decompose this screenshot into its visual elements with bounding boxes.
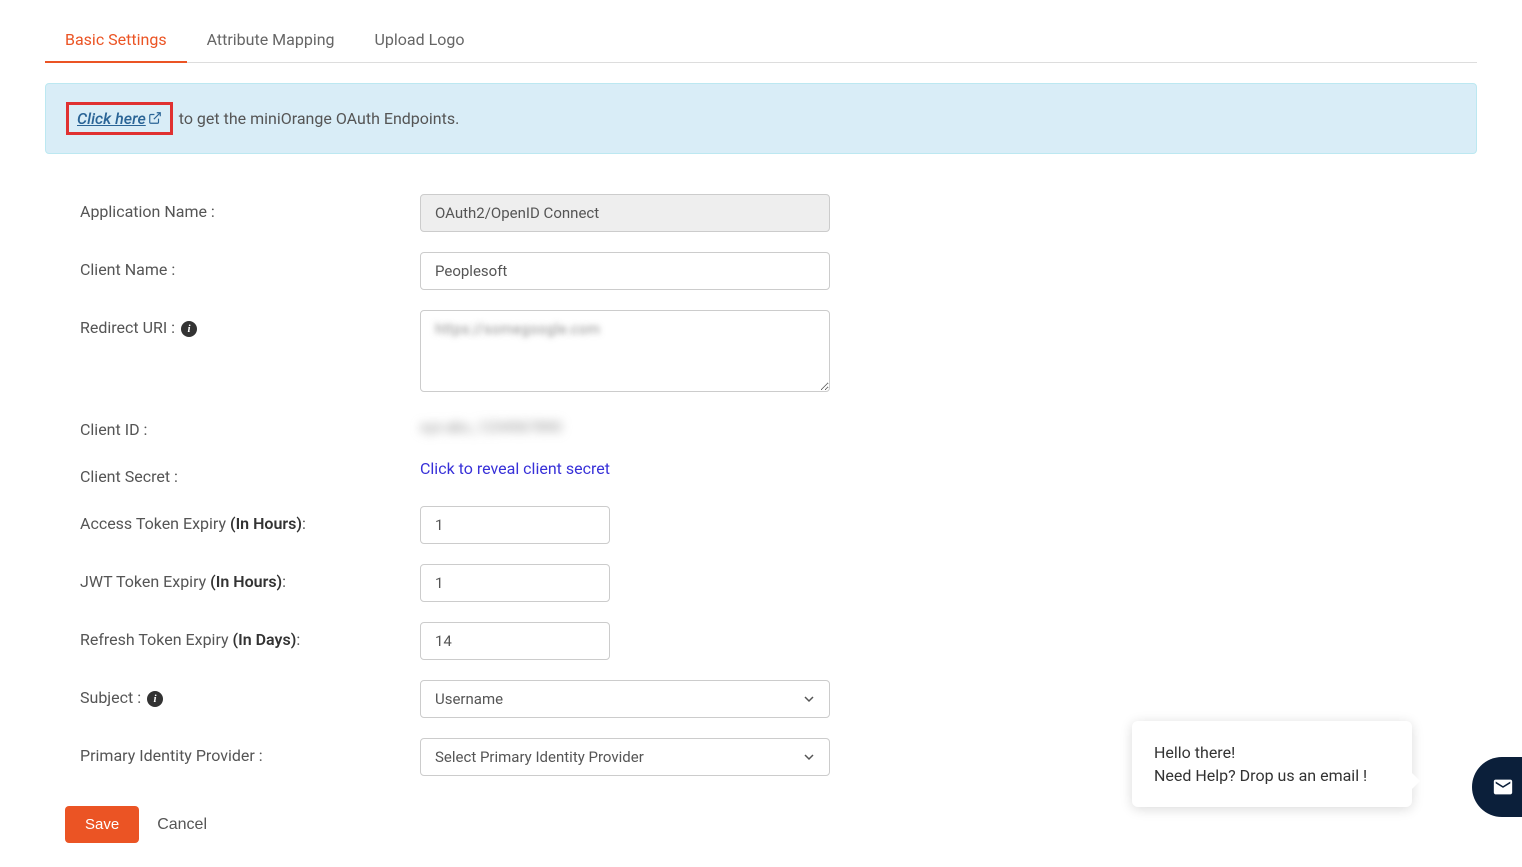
value-client-id: xyz-abc_1234567890 [420,412,562,436]
label-primary-idp: Primary Identity Provider : [80,738,420,765]
label-application-name: Application Name : [80,194,420,221]
label-rte-suffix: : [296,630,300,649]
input-access-token-expiry[interactable] [420,506,610,544]
label-jte-prefix: JWT Token Expiry [80,572,210,591]
tab-bar: Basic Settings Attribute Mapping Upload … [45,18,1477,63]
input-refresh-token-expiry[interactable] [420,622,610,660]
select-primary-idp[interactable]: Select Primary Identity Provider [420,738,830,776]
info-icon[interactable]: i [181,321,197,337]
external-link-icon [148,110,162,124]
label-subject: Subject : i [80,680,420,707]
label-redirect-uri: Redirect URI : i [80,310,420,337]
label-client-name: Client Name : [80,252,420,279]
label-client-secret: Client Secret : [80,459,420,486]
textarea-redirect-uri[interactable]: https://somegoogle.com [420,310,830,392]
label-rte-bold: (In Days) [233,630,297,649]
click-here-highlight-box: Click here [66,102,173,135]
chat-greeting: Hello there! [1154,743,1390,762]
form-actions: Save Cancel [65,806,1477,843]
mail-icon [1492,776,1514,798]
select-subject[interactable]: Username [420,680,830,718]
label-client-id: Client ID : [80,412,420,439]
tab-basic-settings[interactable]: Basic Settings [45,18,187,63]
reveal-client-secret-link[interactable]: Click to reveal client secret [420,459,610,478]
label-ate-suffix: : [302,514,306,533]
info-icon[interactable]: i [147,691,163,707]
input-jwt-token-expiry[interactable] [420,564,610,602]
label-ate-bold: (In Hours) [230,514,302,533]
label-jwt-token-expiry: JWT Token Expiry (In Hours): [80,564,420,591]
label-rte-prefix: Refresh Token Expiry [80,630,233,649]
input-client-name[interactable] [420,252,830,290]
chat-help-text: Need Help? Drop us an email ! [1154,766,1390,785]
banner-rest-text: to get the miniOrange OAuth Endpoints. [175,109,460,128]
cancel-button[interactable]: Cancel [157,816,207,834]
chat-help-popup: Hello there! Need Help? Drop us an email… [1132,721,1412,807]
tab-upload-logo[interactable]: Upload Logo [355,18,485,63]
label-subject-text: Subject : [80,688,141,707]
label-jte-suffix: : [282,572,286,591]
settings-form: Application Name : Client Name : Redirec… [45,194,1477,776]
label-access-token-expiry: Access Token Expiry (In Hours): [80,506,420,533]
tab-attribute-mapping[interactable]: Attribute Mapping [187,18,355,63]
label-refresh-token-expiry: Refresh Token Expiry (In Days): [80,622,420,649]
input-application-name [420,194,830,232]
save-button[interactable]: Save [65,806,139,843]
click-here-text: Click here [77,109,146,128]
label-redirect-uri-text: Redirect URI : [80,318,175,337]
label-jte-bold: (In Hours) [210,572,282,591]
click-here-link[interactable]: Click here [77,109,162,128]
label-ate-prefix: Access Token Expiry [80,514,230,533]
endpoint-info-banner: Click here to get the miniOrange OAuth E… [45,83,1477,154]
